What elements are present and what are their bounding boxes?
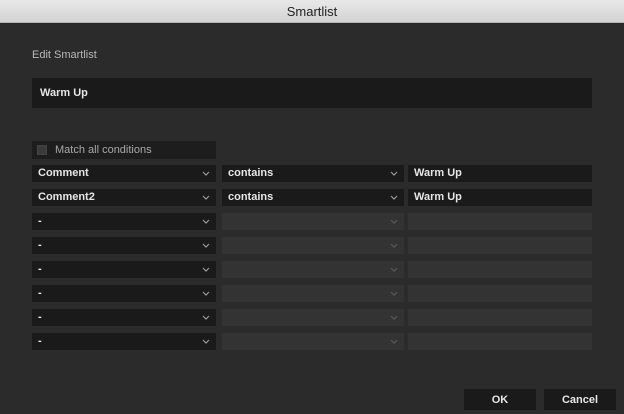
rule-field-select-text: -	[38, 335, 42, 347]
rule-field-select-text: -	[38, 239, 42, 251]
match-all-label: Match all conditions	[55, 144, 152, 156]
chevron-down-icon	[202, 309, 210, 326]
rule-value-input[interactable]: Warm Up	[408, 165, 592, 182]
rule-value-input	[408, 237, 592, 254]
rule-row: Comment2 contains Warm Up	[32, 189, 592, 206]
rule-value-input-text: Warm Up	[414, 167, 462, 179]
rule-field-select-text: -	[38, 287, 42, 299]
window-title-bar: Smartlist	[0, 0, 624, 23]
rule-field-select-text: -	[38, 263, 42, 275]
cancel-button[interactable]: Cancel	[544, 389, 616, 410]
rule-field-select[interactable]: -	[32, 285, 216, 302]
chevron-down-icon	[202, 165, 210, 182]
rule-field-select-text: -	[38, 311, 42, 323]
rule-value-input	[408, 309, 592, 326]
chevron-down-icon	[390, 213, 398, 230]
rule-field-select[interactable]: -	[32, 237, 216, 254]
rule-field-select[interactable]: -	[32, 333, 216, 350]
chevron-down-icon	[202, 261, 210, 278]
rule-field-select-text: Comment2	[38, 191, 95, 203]
match-all-toggle[interactable]: Match all conditions	[32, 141, 216, 159]
chevron-down-icon	[202, 333, 210, 350]
rule-operator-select	[222, 333, 404, 350]
chevron-down-icon	[202, 189, 210, 206]
rule-row: -	[32, 309, 592, 326]
chevron-down-icon	[390, 285, 398, 302]
chevron-down-icon	[390, 309, 398, 326]
rule-value-input-text: Warm Up	[414, 191, 462, 203]
rule-operator-select[interactable]: contains	[222, 189, 404, 206]
rule-value-input	[408, 333, 592, 350]
chevron-down-icon	[202, 213, 210, 230]
rule-operator-select[interactable]: contains	[222, 165, 404, 182]
rule-value-input	[408, 213, 592, 230]
rule-field-select-text: Comment	[38, 167, 89, 179]
rule-field-select-text: -	[38, 215, 42, 227]
rule-operator-select-text: contains	[228, 167, 274, 179]
rule-operator-select	[222, 285, 404, 302]
rule-row: -	[32, 237, 592, 254]
chevron-down-icon	[390, 333, 398, 350]
rule-operator-select	[222, 261, 404, 278]
chevron-down-icon	[202, 285, 210, 302]
rule-value-input	[408, 285, 592, 302]
rule-operator-select-text: contains	[228, 191, 274, 203]
rule-field-select[interactable]: -	[32, 213, 216, 230]
match-all-checkbox[interactable]	[37, 145, 47, 155]
rule-operator-select	[222, 213, 404, 230]
ok-button[interactable]: OK	[464, 389, 536, 410]
rule-field-select[interactable]: -	[32, 309, 216, 326]
chevron-down-icon	[202, 237, 210, 254]
dialog-heading: Edit Smartlist	[32, 49, 97, 61]
chevron-down-icon	[390, 237, 398, 254]
rule-value-input[interactable]: Warm Up	[408, 189, 592, 206]
chevron-down-icon	[390, 189, 398, 206]
chevron-down-icon	[390, 165, 398, 182]
rule-operator-select	[222, 309, 404, 326]
chevron-down-icon	[390, 261, 398, 278]
smartlist-name-field[interactable]: Warm Up	[32, 78, 592, 108]
rule-value-input	[408, 261, 592, 278]
rule-row: Comment contains Warm Up	[32, 165, 592, 182]
window-title: Smartlist	[286, 3, 338, 19]
rule-row: -	[32, 213, 592, 230]
rule-row: -	[32, 285, 592, 302]
rule-row: -	[32, 333, 592, 350]
rule-field-select[interactable]: Comment2	[32, 189, 216, 206]
rule-field-select[interactable]: -	[32, 261, 216, 278]
rule-row: -	[32, 261, 592, 278]
rule-field-select[interactable]: Comment	[32, 165, 216, 182]
rule-operator-select	[222, 237, 404, 254]
